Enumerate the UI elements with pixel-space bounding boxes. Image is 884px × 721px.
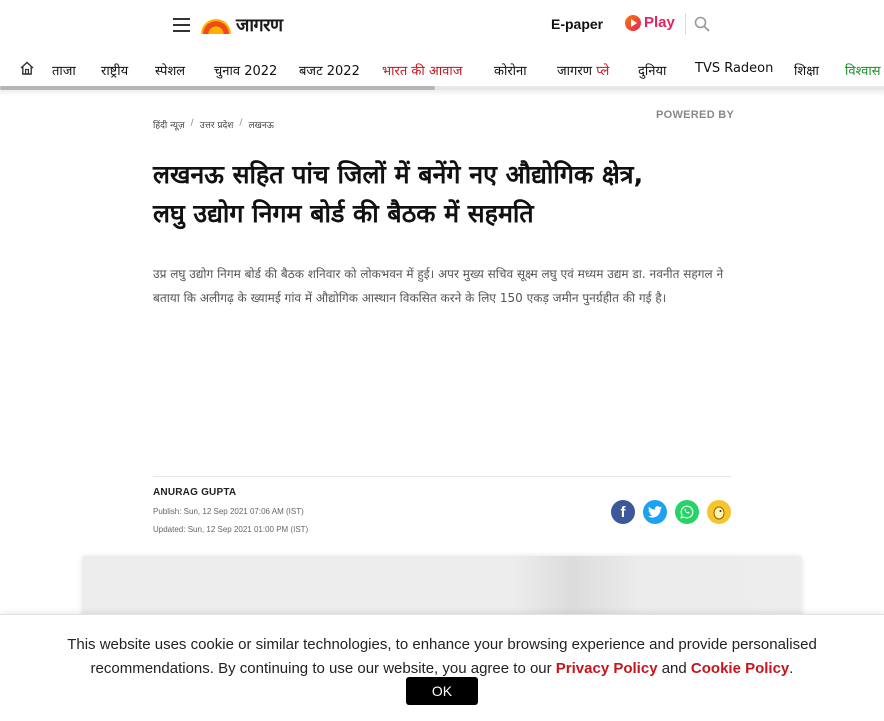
author-name[interactable]: ANURAG GUPTA xyxy=(153,487,236,498)
nav-item-duniya[interactable]: दुनिया xyxy=(638,61,666,79)
headline-line-2: लघु उद्योग निगम बोर्ड की बैठक में सहमति xyxy=(153,199,534,228)
play-icon xyxy=(625,14,641,31)
cookie-and-text: and xyxy=(657,660,691,677)
cookie-policy-link[interactable]: Cookie Policy xyxy=(691,660,789,677)
search-icon[interactable] xyxy=(694,16,710,32)
publish-date: Publish: Sun, 12 Sep 2021 07:06 AM (IST) xyxy=(153,507,304,516)
cookie-message: This website uses cookie or similar tech… xyxy=(60,633,824,681)
twitter-icon xyxy=(648,506,662,518)
powered-by-label: POWERED BY xyxy=(656,109,735,121)
whatsapp-share-button[interactable] xyxy=(675,500,699,524)
nav-item-special[interactable]: स्पेशल xyxy=(155,61,185,79)
nav-item-jagran-play[interactable]: जागरण प्ले xyxy=(557,61,609,79)
breadcrumb-separator: / xyxy=(239,118,243,128)
twitter-share-button[interactable] xyxy=(643,500,667,524)
meta-divider xyxy=(153,476,731,477)
epaper-link[interactable]: E-paper xyxy=(551,16,603,32)
facebook-icon: f xyxy=(620,503,626,521)
nav-item-tvs-radeon[interactable]: TVS Radeon xyxy=(695,61,773,76)
nav-item-taja[interactable]: ताजा xyxy=(52,61,76,79)
headline-line-1: लखनऊ सहित पांच जिलों में बनेंगे नए औद्यो… xyxy=(153,160,644,189)
breadcrumb-item-uttar-pradesh[interactable]: उत्तर प्रदेश xyxy=(200,118,234,131)
nav-item-corona[interactable]: कोरोना xyxy=(494,61,527,79)
nav-item-shiksha[interactable]: शिक्षा xyxy=(794,61,819,79)
breadcrumb-item-hindi-news[interactable]: हिंदी न्यूज़ xyxy=(153,118,185,131)
cookie-ok-button[interactable]: OK xyxy=(406,677,478,705)
privacy-policy-link[interactable]: Privacy Policy xyxy=(556,660,658,677)
top-header: जागरण E-paper Play xyxy=(0,0,884,50)
nav-item-jagran-label: जागरण xyxy=(557,64,593,79)
facebook-share-button[interactable]: f xyxy=(611,500,635,524)
nav-item-vishwas[interactable]: विश्वास xyxy=(845,61,881,79)
play-label: Play xyxy=(644,14,675,31)
article-summary: उप्र लघु उद्योग निगम बोर्ड की बैठक शनिवा… xyxy=(153,267,724,305)
jagran-play-link[interactable]: Play xyxy=(625,14,675,31)
breadcrumb-item-lucknow[interactable]: लखनऊ xyxy=(248,118,274,131)
koo-share-button[interactable] xyxy=(707,500,731,524)
site-logo[interactable]: जागरण xyxy=(199,13,283,37)
updated-date: Updated: Sun, 12 Sep 2021 01:00 PM (IST) xyxy=(153,525,309,534)
article-headline: लखनऊ सहित पांच जिलों में बनेंगे नए औद्यो… xyxy=(153,155,753,233)
category-nav: ताजा राष्ट्रीय स्पेशल चुनाव 2022 बजट 202… xyxy=(0,50,884,88)
nav-shadow xyxy=(0,90,884,96)
menu-icon[interactable] xyxy=(173,18,190,32)
header-divider xyxy=(685,13,686,35)
cookie-end-text: . xyxy=(789,660,794,677)
logo-text: जागरण xyxy=(236,15,283,36)
koo-icon xyxy=(713,506,726,520)
whatsapp-icon xyxy=(680,505,694,519)
nav-item-bharat-ki-awaz[interactable]: भारत की आवाज xyxy=(382,61,462,79)
sun-logo-icon xyxy=(199,17,233,34)
breadcrumb: हिंदी न्यूज़ / उत्तर प्रदेश / लखनऊ xyxy=(153,118,274,131)
nav-item-rashtriya[interactable]: राष्ट्रीय xyxy=(101,61,128,79)
nav-item-budget[interactable]: बजट 2022 xyxy=(299,61,360,79)
nav-item-chunav[interactable]: चुनाव 2022 xyxy=(214,61,277,79)
nav-item-play-tag: प्ले xyxy=(596,64,610,79)
home-icon[interactable] xyxy=(19,60,35,76)
breadcrumb-separator: / xyxy=(190,118,194,128)
